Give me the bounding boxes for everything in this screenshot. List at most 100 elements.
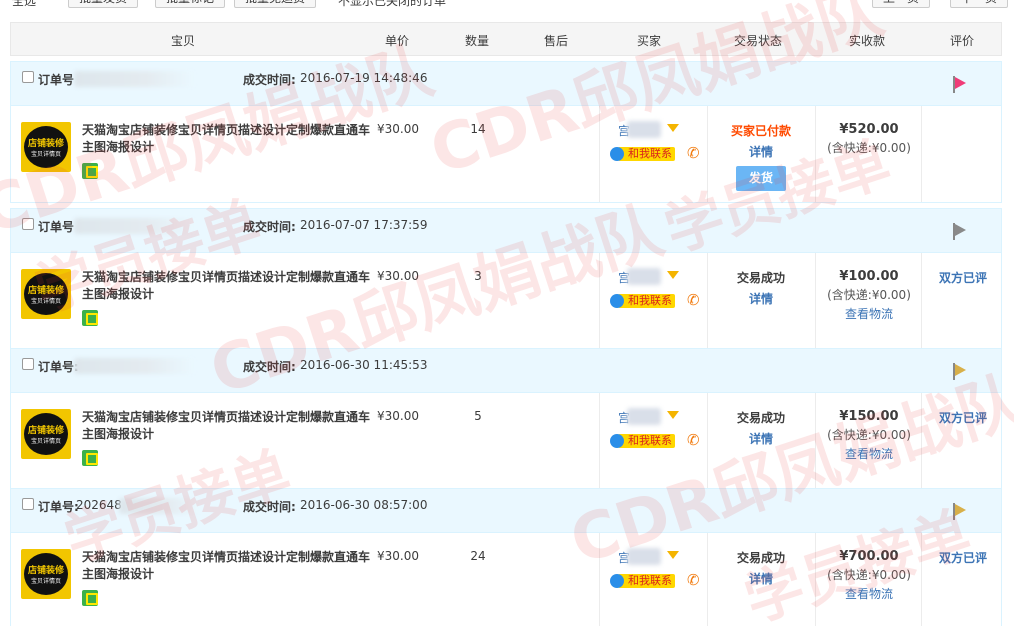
shipping-fee: (含快递:¥0.00) <box>827 428 911 442</box>
quantity: 24 <box>470 549 486 563</box>
select-all-checkbox[interactable]: 全选 <box>12 0 36 9</box>
order-card: 订单号 成交时间: 2016-07-19 14:48:46 店铺装修 宝贝详情页… <box>10 61 1002 203</box>
table-header: 宝贝 单价 数量 售后 买家 交易状态 实收款 评价 <box>10 22 1002 56</box>
item-title[interactable]: 天猫淘宝店铺装修宝贝详情页描述设计定制爆款直通车主图海报设计 <box>82 409 372 443</box>
buyer-name-redacted <box>627 408 661 425</box>
phone-icon: ✆ <box>687 291 700 309</box>
prev-page-button[interactable]: 上一页 <box>872 0 931 8</box>
batch-ship-button[interactable]: 批量发货 <box>68 0 139 8</box>
item-title[interactable]: 天猫淘宝店铺装修宝贝详情页描述设计定制爆款直通车主图海报设计 <box>82 122 372 156</box>
order-card: 订单号 成交时间: 2016-07-07 17:37:59 店铺装修 宝贝详情页… <box>10 208 1002 350</box>
order-number-redacted <box>74 218 194 234</box>
item-title[interactable]: 天猫淘宝店铺装修宝贝详情页描述设计定制爆款直通车主图海报设计 <box>82 549 372 583</box>
trade-status: 交易成功 <box>736 411 785 425</box>
buyer-name-redacted <box>627 121 661 138</box>
col-aftersale: 售后 <box>544 34 569 48</box>
deal-time: 2016-06-30 08:57:00 <box>300 498 428 512</box>
buyer-name-redacted <box>627 548 661 565</box>
phone-icon: ✆ <box>687 431 700 449</box>
amount: ¥100.00 <box>839 269 899 284</box>
wangwang-icon <box>610 294 624 308</box>
order-number: 202648 <box>76 498 122 512</box>
deal-time: 2016-07-07 17:37:59 <box>300 218 428 232</box>
order-body: 店铺装修 宝贝详情页 天猫淘宝店铺装修宝贝详情页描述设计定制爆款直通车主图海报设… <box>11 533 1001 626</box>
vip-icon <box>667 271 679 279</box>
review-status-link[interactable]: 双方已评 <box>923 409 1003 426</box>
order-checkbox[interactable] <box>22 358 34 370</box>
trade-status: 交易成功 <box>736 271 785 285</box>
order-checkbox[interactable] <box>22 71 34 83</box>
amount-cell: ¥520.00 (含快递:¥0.00) <box>817 122 921 156</box>
order-number-label: 订单号 <box>38 73 75 87</box>
view-logistics-link[interactable]: 查看物流 <box>817 305 921 322</box>
flag-icon[interactable] <box>952 76 968 94</box>
item-thumbnail[interactable]: 店铺装修 宝贝详情页 <box>21 409 71 459</box>
deal-time-label: 成交时间: <box>243 500 296 514</box>
order-number-redacted <box>74 71 194 87</box>
trade-status: 交易成功 <box>736 551 785 565</box>
order-body: 店铺装修 宝贝详情页 天猫淘宝店铺装修宝贝详情页描述设计定制爆款直通车主图海报设… <box>11 393 1001 489</box>
order-body: 店铺装修 宝贝详情页 天猫淘宝店铺装修宝贝详情页描述设计定制爆款直通车主图海报设… <box>11 253 1001 349</box>
shipping-fee: (含快递:¥0.00) <box>827 288 911 302</box>
flag-icon[interactable] <box>952 223 968 241</box>
amount-cell: ¥700.00 (含快递:¥0.00) 查看物流 <box>817 549 921 602</box>
col-price: 单价 <box>385 34 410 48</box>
item-thumbnail[interactable]: 店铺装修 宝贝详情页 <box>21 269 71 319</box>
detail-link[interactable]: 详情 <box>711 570 811 587</box>
batch-mark-button[interactable]: 批量标记 <box>155 0 226 8</box>
col-item: 宝贝 <box>171 34 196 48</box>
amount-cell: ¥100.00 (含快递:¥0.00) 查看物流 <box>817 269 921 322</box>
col-status: 交易状态 <box>734 34 783 48</box>
amount: ¥700.00 <box>839 549 899 564</box>
col-amount: 实收款 <box>849 34 886 48</box>
detail-link[interactable]: 详情 <box>711 430 811 447</box>
vip-icon <box>667 411 679 419</box>
unit-price: ¥30.00 <box>377 409 419 423</box>
unit-price: ¥30.00 <box>377 122 419 136</box>
amount-cell: ¥150.00 (含快递:¥0.00) 查看物流 <box>817 409 921 462</box>
shipping-fee: (含快递:¥0.00) <box>827 568 911 582</box>
order-checkbox[interactable] <box>22 218 34 230</box>
deal-time: 2016-06-30 11:45:53 <box>300 358 428 372</box>
next-page-button[interactable]: 下一页 <box>950 0 1009 8</box>
order-header: 订单号 成交时间: 2016-07-07 17:37:59 <box>11 209 1001 253</box>
phone-icon: ✆ <box>687 571 700 589</box>
unit-price: ¥30.00 <box>377 549 419 563</box>
col-review: 评价 <box>950 34 975 48</box>
order-number-redacted <box>74 358 194 374</box>
phone-icon: ✆ <box>687 144 700 162</box>
flag-icon[interactable] <box>952 363 968 381</box>
item-thumbnail[interactable]: 店铺装修 宝贝详情页 <box>21 549 71 599</box>
trade-status-cell: 交易成功 详情 <box>711 409 811 447</box>
order-checkbox[interactable] <box>22 498 34 510</box>
ship-button[interactable]: 发货 <box>736 166 786 191</box>
wangwang-icon <box>610 574 624 588</box>
order-card: 订单号: 202648 成交时间: 2016-06-30 08:57:00 店铺… <box>10 488 1002 626</box>
amount: ¥150.00 <box>839 409 899 424</box>
order-header: 订单号 成交时间: 2016-07-19 14:48:46 <box>11 62 1001 106</box>
guarantee-icon <box>82 163 98 179</box>
review-status-link[interactable]: 双方已评 <box>923 549 1003 566</box>
hide-closed-checkbox[interactable]: 不显示已关闭的订单 <box>338 0 446 9</box>
quantity: 14 <box>470 122 486 136</box>
toolbar: 全选 批量发货 批量标记 批量免运费 不显示已关闭的订单 上一页 下一页 <box>0 0 1014 10</box>
col-buyer: 买家 <box>637 34 662 48</box>
deal-time: 2016-07-19 14:48:46 <box>300 71 428 85</box>
batch-free-shipping-button[interactable]: 批量免运费 <box>234 0 317 8</box>
order-number-redacted <box>119 498 199 514</box>
item-thumbnail[interactable]: 店铺装修 宝贝详情页 <box>21 122 71 172</box>
shipping-fee: (含快递:¥0.00) <box>827 141 911 155</box>
trade-status-cell: 交易成功 详情 <box>711 269 811 307</box>
flag-icon[interactable] <box>952 503 968 521</box>
detail-link[interactable]: 详情 <box>711 143 811 160</box>
amount: ¥520.00 <box>839 122 899 137</box>
view-logistics-link[interactable]: 查看物流 <box>817 585 921 602</box>
order-body: 店铺装修 宝贝详情页 天猫淘宝店铺装修宝贝详情页描述设计定制爆款直通车主图海报设… <box>11 106 1001 202</box>
guarantee-icon <box>82 590 98 606</box>
detail-link[interactable]: 详情 <box>711 290 811 307</box>
view-logistics-link[interactable]: 查看物流 <box>817 445 921 462</box>
review-status-link[interactable]: 双方已评 <box>923 269 1003 286</box>
item-title[interactable]: 天猫淘宝店铺装修宝贝详情页描述设计定制爆款直通车主图海报设计 <box>82 269 372 303</box>
deal-time-label: 成交时间: <box>243 220 296 234</box>
deal-time-label: 成交时间: <box>243 73 296 87</box>
